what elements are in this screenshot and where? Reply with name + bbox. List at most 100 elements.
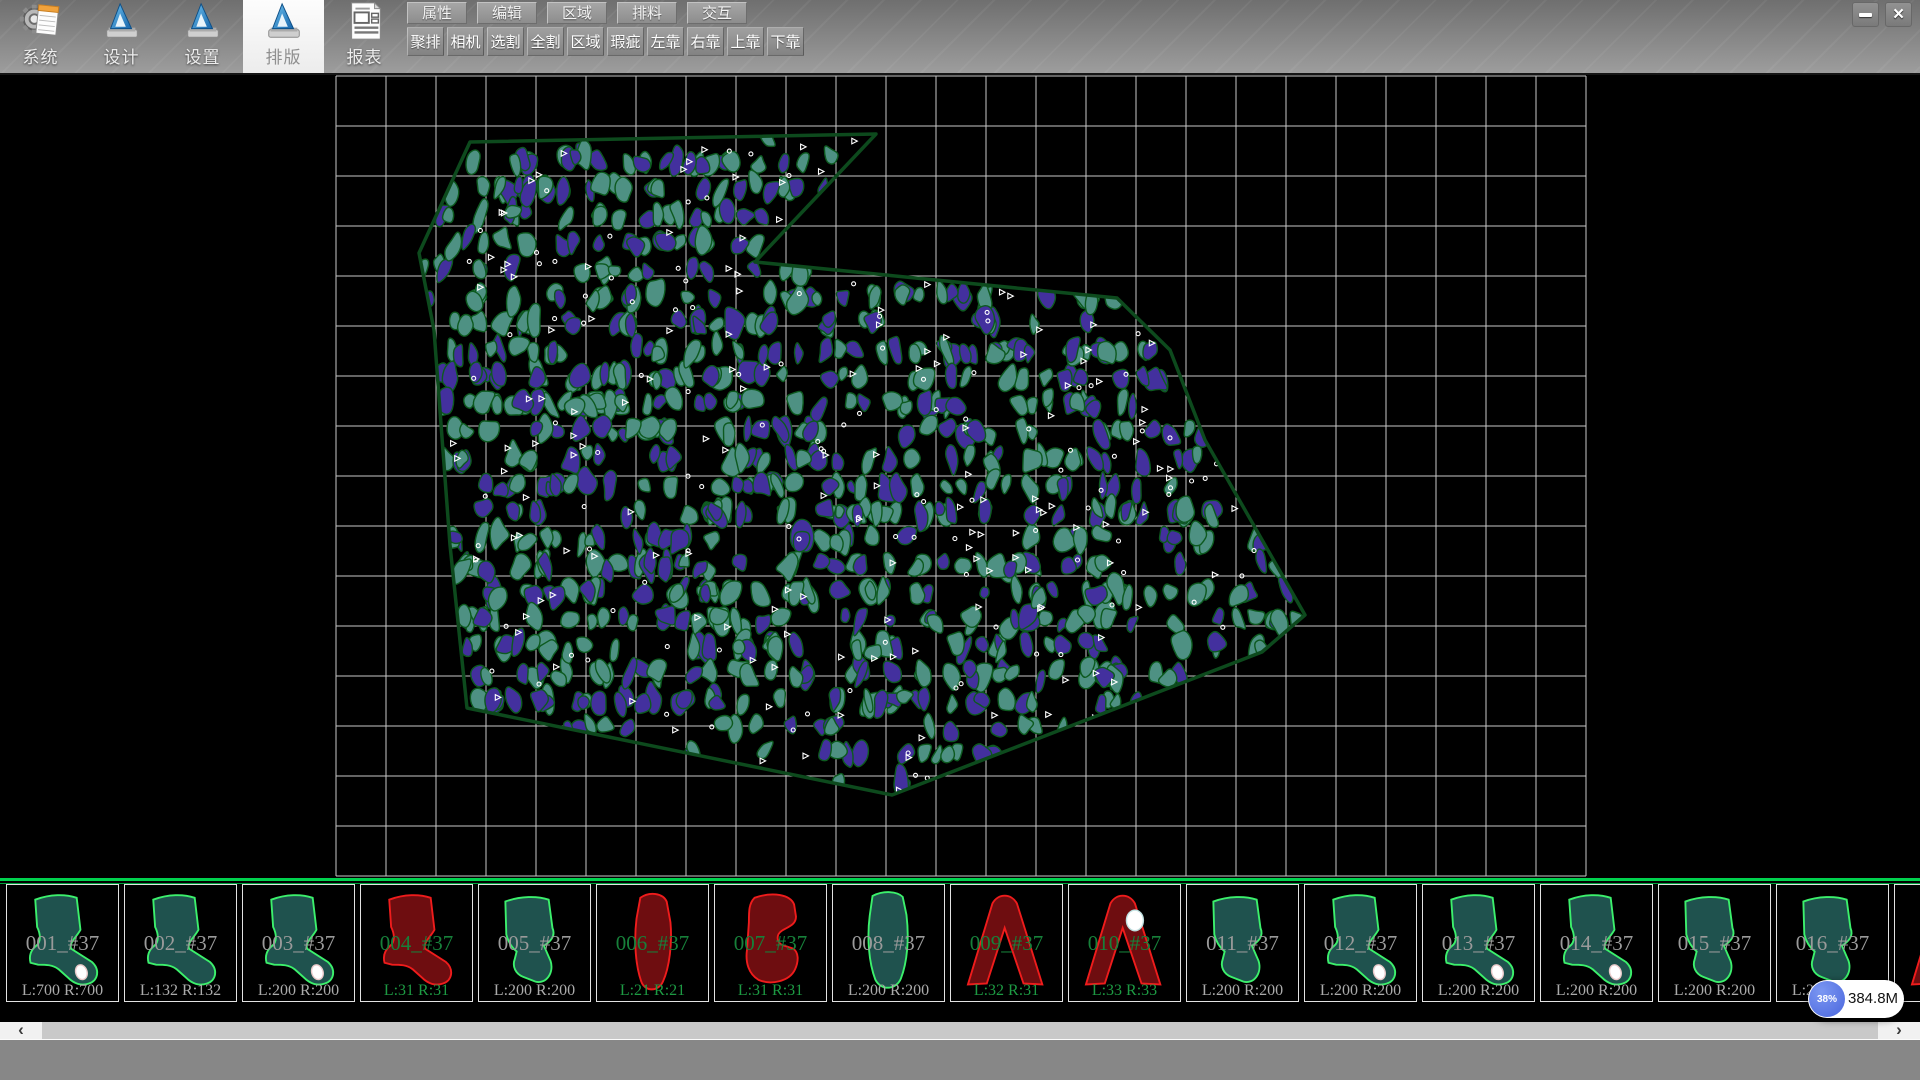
module-button-5[interactable]: 报表: [324, 0, 405, 73]
piece-label: 005_#37: [479, 931, 590, 956]
module-button-label: 系统: [23, 43, 59, 68]
thumbnail-cell-13[interactable]: 013_#37 L:200 R:200: [1422, 884, 1535, 1002]
piece-lr-count: L:200 R:200: [1305, 982, 1416, 1000]
memory-usage-badge[interactable]: 38% 384.8M: [1808, 980, 1904, 1018]
piece-label: 010_#37: [1069, 931, 1180, 956]
module-button-3[interactable]: 设置: [162, 0, 243, 73]
piece-lr-count: L:21 R:21: [597, 982, 708, 1000]
thumbnail-cell-2[interactable]: 002_#37 L:132 R:132: [124, 884, 237, 1002]
chevron-right-icon: ›: [1896, 1021, 1902, 1038]
tool-button-5[interactable]: 区域: [567, 27, 604, 56]
percent-indicator: 38%: [1809, 981, 1845, 1017]
thumbnail-cell-6[interactable]: 006_#37 L:21 R:21: [596, 884, 709, 1002]
piece-lr-count: L:200 R:200: [1187, 982, 1298, 1000]
piece-lr-count: L:200 R:200: [833, 982, 944, 1000]
tool-button-10[interactable]: 下靠: [767, 27, 804, 56]
piece-label: 014_#37: [1541, 931, 1652, 956]
menu-tab-4[interactable]: 排料: [617, 2, 677, 24]
module-button-label: 设计: [104, 43, 140, 68]
minimize-icon: [1859, 13, 1872, 17]
tool-button-6[interactable]: 瑕疵: [607, 27, 644, 56]
piece-lr-count: L:200 R:200: [479, 982, 590, 1000]
thumbnail-cell-7[interactable]: 007_#37L:31 R:31: [714, 884, 827, 1002]
tool-button-2[interactable]: 相机: [447, 27, 484, 56]
piece-label: 012_#37: [1305, 931, 1416, 956]
scroll-left-button[interactable]: ‹: [0, 1022, 42, 1039]
piece-lr-count: L:33 R:33: [1069, 982, 1180, 1000]
piece-label: 016_#37: [1777, 931, 1888, 956]
nesting-canvas[interactable]: [0, 75, 1920, 878]
tool-button-4[interactable]: 全割: [527, 27, 564, 56]
thumbnail-cell-9[interactable]: 009_#37 L:32 R:31: [950, 884, 1063, 1002]
piece-label: 002_#37: [125, 931, 236, 956]
module-button-1[interactable]: 系统: [0, 0, 81, 73]
piece-label: 008_#37: [833, 931, 944, 956]
toolbar: 系统 设计 设置 排版 报表 属性编辑区域排料交互 聚排相机选割全割区域: [0, 0, 1920, 75]
piece-lr-count: L:31 R:31: [715, 982, 826, 1000]
thumbnail-cell-3[interactable]: 003_#37 L:200 R:200: [242, 884, 355, 1002]
piece-label: 001_#37: [7, 931, 118, 956]
tool-button-8[interactable]: 右靠: [687, 27, 724, 56]
piece-lr-count: L:31 R:31: [361, 982, 472, 1000]
close-button[interactable]: ×: [1885, 2, 1912, 27]
menu-tab-1[interactable]: 属性: [407, 2, 467, 24]
module-button-4[interactable]: 排版: [243, 0, 324, 73]
piece-label: 015_#37: [1659, 931, 1770, 956]
piece-lr-count: L:200 R:200: [1541, 982, 1652, 1000]
report-doc-icon: [342, 0, 388, 42]
piece-lr-count: L:32 R:31: [951, 982, 1062, 1000]
thumbnail-cell-10[interactable]: 010_#37 L:33 R:33: [1068, 884, 1181, 1002]
tool-button-7[interactable]: 左靠: [647, 27, 684, 56]
memory-value: 384.8M: [1848, 980, 1898, 1018]
menu-tab-row: 属性编辑区域排料交互: [407, 2, 747, 24]
piece-lr-count: L:200 R:200: [1659, 982, 1770, 1000]
module-button-label: 报表: [347, 43, 383, 68]
thumbnail-cell-1[interactable]: 001_#37 L:700 R:700: [6, 884, 119, 1002]
piece-shape: [1895, 885, 1920, 1001]
tool-button-row: 聚排相机选割全割区域瑕疵左靠右靠上靠下靠: [407, 27, 804, 56]
main-module-buttons: 系统 设计 设置 排版 报表: [0, 0, 405, 73]
piece-lr-count: L:700 R:700: [7, 982, 118, 1000]
piece-label: 004_#37: [361, 931, 472, 956]
thumbnail-cell-4[interactable]: 004_#37 L:31 R:31: [360, 884, 473, 1002]
scroll-track[interactable]: [42, 1022, 1878, 1039]
window-controls: ×: [1852, 2, 1912, 27]
menu-tab-3[interactable]: 区域: [547, 2, 607, 24]
design-ruler-icon: [99, 0, 145, 42]
thumbnail-cell-11[interactable]: 011_#37 L:200 R:200: [1186, 884, 1299, 1002]
piece-label: 013_#37: [1423, 931, 1534, 956]
nesting-canvas-area[interactable]: [0, 75, 1920, 878]
status-bar: [0, 1040, 1920, 1080]
thumbnail-cell-14[interactable]: 014_#37 L:200 R:200: [1540, 884, 1653, 1002]
piece-lr-count: L:200 R:200: [243, 982, 354, 1000]
piece-label: 009_#37: [951, 931, 1062, 956]
system-gear-icon: [18, 0, 64, 42]
menu-tab-2[interactable]: 编辑: [477, 2, 537, 24]
menu-tab-5[interactable]: 交互: [687, 2, 747, 24]
piece-label: 003_#37: [243, 931, 354, 956]
module-button-label: 设置: [185, 43, 221, 68]
chevron-left-icon: ‹: [18, 1021, 24, 1038]
close-icon: ×: [1893, 5, 1904, 24]
horizontal-scrollbar: ‹ ›: [0, 1022, 1920, 1040]
piece-lr-count: L:200 R:200: [1423, 982, 1534, 1000]
thumbnail-cell-5[interactable]: 005_#37 L:200 R:200: [478, 884, 591, 1002]
layout-ruler-icon: [261, 0, 307, 42]
settings-ruler-icon: [180, 0, 226, 42]
thumbnail-cell-8[interactable]: 008_#37 L:200 R:200: [832, 884, 945, 1002]
piece-lr-count: L:132 R:132: [125, 982, 236, 1000]
scroll-right-button[interactable]: ›: [1878, 1022, 1920, 1039]
app-window: 系统 设计 设置 排版 报表 属性编辑区域排料交互 聚排相机选割全割区域: [0, 0, 1920, 1080]
thumbnail-cell-15[interactable]: 015_#37 L:200 R:200: [1658, 884, 1771, 1002]
piece-label: 011_#37: [1187, 931, 1298, 956]
minimize-button[interactable]: [1852, 2, 1879, 27]
tool-button-1[interactable]: 聚排: [407, 27, 444, 56]
percent-value: 38%: [1817, 994, 1837, 1005]
tool-button-3[interactable]: 选割: [487, 27, 524, 56]
module-button-label: 排版: [266, 43, 302, 68]
tool-button-9[interactable]: 上靠: [727, 27, 764, 56]
piece-label: 006_#37: [597, 931, 708, 956]
thumbnail-cell-12[interactable]: 012_#37 L:200 R:200: [1304, 884, 1417, 1002]
module-button-2[interactable]: 设计: [81, 0, 162, 73]
strip-accent-line: [0, 878, 1920, 881]
